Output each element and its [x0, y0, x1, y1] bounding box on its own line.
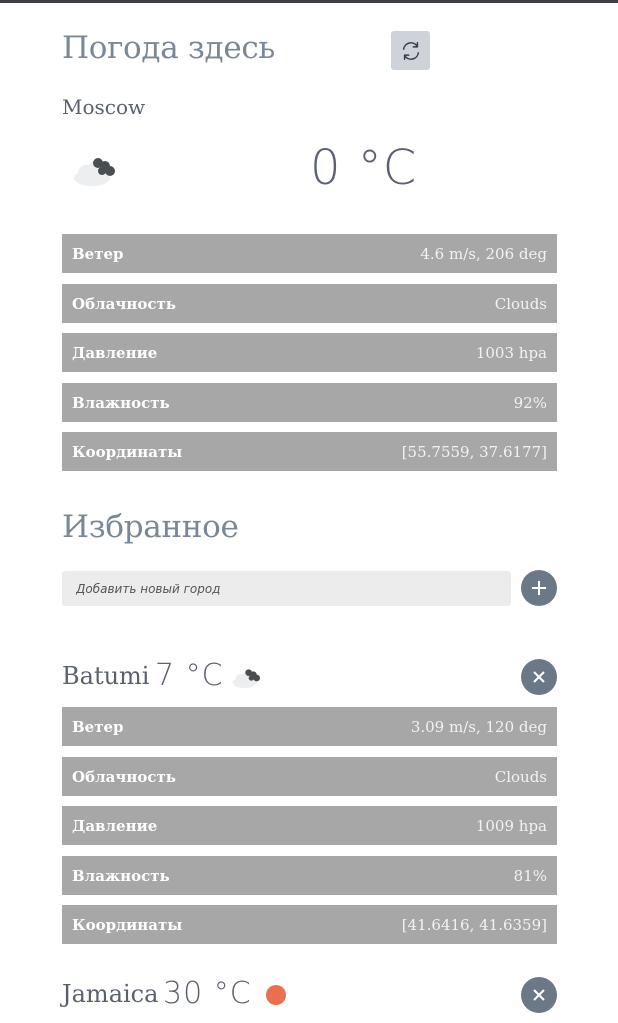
remove-city-button[interactable] — [521, 977, 557, 1013]
favorite-city-name: Jamaica — [62, 980, 159, 1008]
refresh-button[interactable] — [391, 31, 430, 70]
favorite-city-name: Batumi — [62, 662, 150, 690]
detail-value: [41.6416, 41.6359] — [401, 915, 547, 934]
favorites-title: Избранное — [62, 509, 239, 545]
detail-row-coordinates: Координаты [41.6416, 41.6359] — [62, 905, 557, 944]
detail-label: Ветер — [72, 717, 124, 736]
sun-icon — [266, 985, 286, 1005]
detail-label: Координаты — [72, 442, 183, 461]
detail-value: Clouds — [494, 767, 547, 786]
detail-label: Облачность — [72, 294, 176, 313]
detail-value: Clouds — [494, 294, 547, 313]
detail-label: Давление — [72, 343, 158, 362]
page-title: Погода здесь — [62, 30, 276, 66]
detail-label: Влажность — [72, 866, 170, 885]
detail-value: 92% — [513, 393, 547, 412]
detail-row-pressure: Давление 1009 hpa — [62, 806, 557, 845]
favorite-city-temperature: 30 °C — [163, 976, 252, 1011]
remove-city-button[interactable] — [521, 659, 557, 695]
plus-icon — [532, 581, 546, 595]
detail-row-humidity: Влажность 81% — [62, 856, 557, 895]
cloud-icon — [232, 669, 260, 688]
detail-label: Координаты — [72, 915, 183, 934]
detail-label: Облачность — [72, 767, 176, 786]
detail-value: 4.6 m/s, 206 deg — [420, 244, 547, 263]
current-city-name: Moscow — [62, 95, 146, 119]
detail-row-humidity: Влажность 92% — [62, 383, 557, 422]
detail-value: 81% — [513, 866, 547, 885]
detail-value: 1009 hpa — [475, 816, 547, 835]
detail-label: Влажность — [72, 393, 170, 412]
detail-row-pressure: Давление 1003 hpa — [62, 333, 557, 372]
add-city-button[interactable] — [521, 570, 557, 606]
detail-value: 3.09 m/s, 120 deg — [410, 717, 547, 736]
current-temperature: 0 °C — [310, 140, 418, 196]
detail-row-wind: Ветер 3.09 m/s, 120 deg — [62, 707, 557, 746]
detail-row-coordinates: Координаты [55.7559, 37.6177] — [62, 432, 557, 471]
detail-label: Ветер — [72, 244, 124, 263]
refresh-icon — [402, 41, 419, 60]
detail-row-clouds: Облачность Clouds — [62, 757, 557, 796]
favorite-city-temperature: 7 °C — [155, 658, 224, 693]
add-city-input[interactable] — [62, 571, 511, 606]
detail-row-clouds: Облачность Clouds — [62, 284, 557, 323]
detail-value: [55.7559, 37.6177] — [401, 442, 547, 461]
top-bar — [0, 0, 618, 3]
detail-value: 1003 hpa — [475, 343, 547, 362]
cloud-icon — [74, 158, 115, 186]
close-icon — [533, 989, 545, 1001]
detail-label: Давление — [72, 816, 158, 835]
detail-row-wind: Ветер 4.6 m/s, 206 deg — [62, 234, 557, 273]
close-icon — [533, 671, 545, 683]
